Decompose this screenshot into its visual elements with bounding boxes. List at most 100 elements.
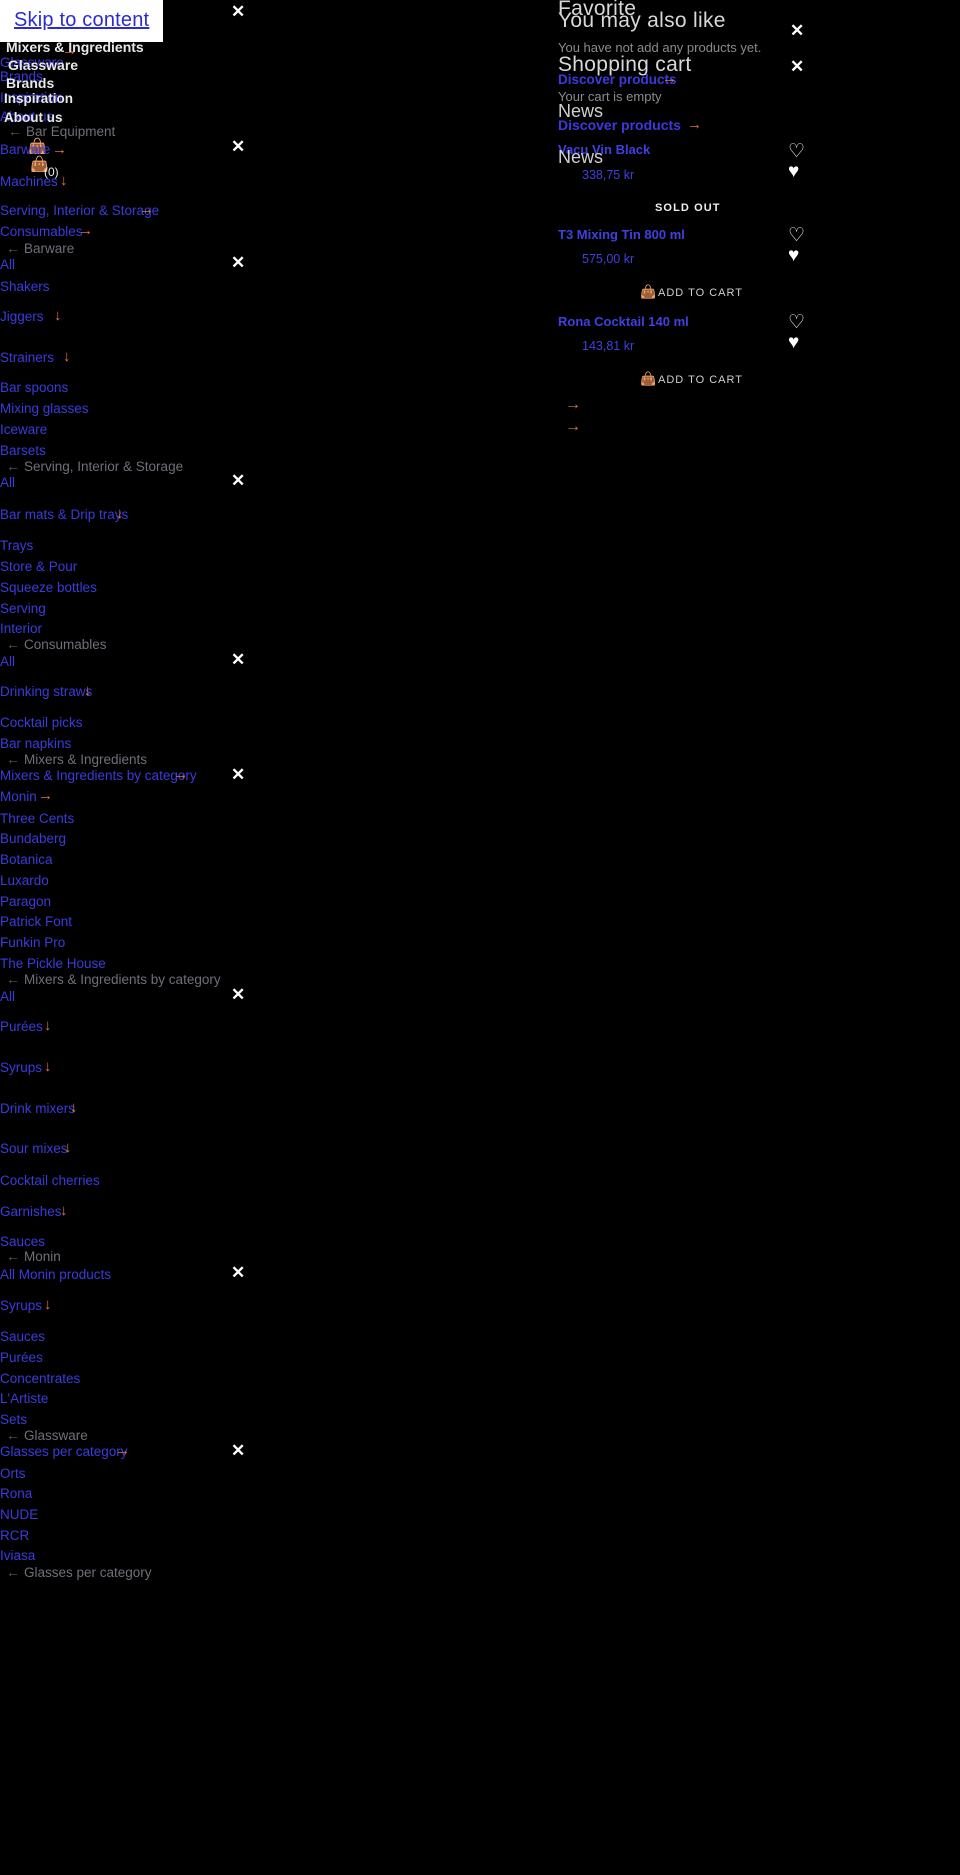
product-name[interactable]: Rona Cocktail 140 ml [558,314,689,329]
menu-item-patrick-font[interactable]: Patrick Font [0,915,72,929]
close-icon[interactable]: ✕ [231,651,245,668]
menu-item-shakers[interactable]: Shakers [0,280,50,294]
menu-item-cocktail-cherries[interactable]: Cocktail cherries [0,1174,100,1188]
back-arrow-icon[interactable]: ← [6,972,20,986]
nav-overlay-inspiration[interactable]: Inspiration [4,92,73,106]
menu-item-serving[interactable]: Serving, Interior & Storage [0,204,159,218]
panel-back-label: Glassware [24,1428,88,1443]
down-arrow-icon: ↓ [116,505,124,522]
menu-item-all[interactable]: All [0,990,15,1004]
menu-item-sets[interactable]: Sets [0,1413,27,1427]
menu-item-luxardo[interactable]: Luxardo [0,874,49,888]
menu-item-jiggers[interactable]: Jiggers [0,310,44,324]
close-icon[interactable]: ✕ [231,1264,245,1281]
menu-item-iceware[interactable]: Iceware [0,423,47,437]
menu-item-bar-mats[interactable]: Bar mats & Drip trays [0,508,128,522]
product-price: 143,81 kr [582,339,635,353]
menu-item-drink-mixers[interactable]: Drink mixers [0,1102,75,1116]
nav-overlay-brands[interactable]: Brands [6,76,54,90]
menu-item-all[interactable]: All [0,258,15,272]
right-arrow-icon: → [52,141,67,158]
menu-item-cocktail-picks[interactable]: Cocktail picks [0,716,83,730]
menu-item-all-monin[interactable]: All Monin products [0,1268,111,1282]
menu-item-syrups[interactable]: Syrups [0,1061,42,1075]
menu-item-sauces[interactable]: Sauces [0,1235,45,1249]
menu-item-garnishes[interactable]: Garnishes [0,1205,62,1219]
menu-item-consumables[interactable]: Consumables [0,225,83,239]
menu-item-three-cents[interactable]: Three Cents [0,812,74,826]
heart-outline-icon[interactable]: ♡ [788,226,805,245]
menu-item-sauces[interactable]: Sauces [0,1330,45,1344]
menu-item-botanica[interactable]: Botanica [0,853,53,867]
menu-item-orts[interactable]: Orts [0,1467,26,1481]
right-arrow-icon[interactable]: → [565,397,581,413]
down-arrow-icon: ↓ [60,172,68,189]
menu-item-nude[interactable]: NUDE [0,1508,38,1522]
back-arrow-icon[interactable]: ← [8,124,22,138]
close-icon[interactable]: ✕ [231,3,245,20]
menu-item-squeeze-bottles[interactable]: Squeeze bottles [0,581,97,595]
menu-item-bar-napkins[interactable]: Bar napkins [0,737,71,751]
menu-item-rona[interactable]: Rona [0,1487,32,1501]
menu-item-iviasa[interactable]: Iviasa [0,1549,35,1563]
menu-item-all[interactable]: All [0,655,15,669]
discover-products-link[interactable]: Discover products [558,73,677,87]
shopping-bag-icon: 👜 [640,371,657,386]
add-to-cart-button[interactable]: ADD TO CART [658,374,743,386]
menu-item-serving[interactable]: Serving [0,602,46,616]
back-arrow-icon[interactable]: ← [6,1249,20,1263]
menu-item-sour-mixes[interactable]: Sour mixes [0,1142,68,1156]
menu-item-syrups[interactable]: Syrups [0,1299,42,1313]
skip-to-content-link[interactable]: Skip to content [0,0,164,42]
menu-item-barware[interactable]: Barware [0,143,50,157]
close-icon[interactable]: ✕ [790,58,804,75]
heart-filled-icon[interactable]: ♥ [788,246,799,265]
menu-item-concentrates[interactable]: Concentrates [0,1372,80,1386]
menu-item-bundaberg[interactable]: Bundaberg [0,832,66,846]
menu-item-interior[interactable]: Interior [0,622,42,636]
menu-item-rcr[interactable]: RCR [0,1529,29,1543]
right-arrow-icon[interactable]: → [565,419,581,435]
close-icon[interactable]: ✕ [790,22,804,39]
menu-item-all[interactable]: All [0,476,15,490]
back-arrow-icon[interactable]: ← [6,459,20,473]
back-arrow-icon[interactable]: ← [6,241,20,255]
menu-item-mixing-glasses[interactable]: Mixing glasses [0,402,89,416]
heart-outline-icon[interactable]: ♡ [788,313,805,332]
menu-item-drinking-straws[interactable]: Drinking straws [0,685,92,699]
menu-item-mixers-by-category[interactable]: Mixers & Ingredients by category [0,769,197,783]
heart-filled-icon[interactable]: ♥ [788,333,799,352]
discover-products-link[interactable]: Discover products [558,118,681,132]
back-arrow-icon[interactable]: ← [6,637,20,651]
menu-item-machines[interactable]: Machines [0,175,58,189]
menu-item-purees[interactable]: Purées [0,1020,43,1034]
menu-item-bar-spoons[interactable]: Bar spoons [0,381,68,395]
close-icon[interactable]: ✕ [231,254,245,271]
menu-item-monin[interactable]: Monin [0,790,37,804]
add-to-cart-button[interactable]: ADD TO CART [658,287,743,299]
back-arrow-icon[interactable]: ← [6,1428,20,1442]
back-arrow-icon[interactable]: ← [6,752,20,766]
heart-filled-icon[interactable]: ♥ [788,162,799,181]
menu-item-glasses-per-category[interactable]: Glasses per category [0,1445,128,1459]
close-icon[interactable]: ✕ [231,766,245,783]
close-icon[interactable]: ✕ [231,1442,245,1459]
menu-item-paragon[interactable]: Paragon [0,895,51,909]
product-name[interactable]: T3 Mixing Tin 800 ml [558,227,685,242]
close-icon[interactable]: ✕ [231,986,245,1003]
menu-item-trays[interactable]: Trays [0,539,33,553]
menu-item-funkin-pro[interactable]: Funkin Pro [0,936,65,950]
news-title: News [558,147,604,167]
heart-outline-icon[interactable]: ♡ [788,142,805,161]
menu-item-pickle-house[interactable]: The Pickle House [0,957,106,971]
panel-back-label: Mixers & Ingredients by category [24,972,221,987]
menu-item-store-pour[interactable]: Store & Pour [0,560,77,574]
menu-item-lartiste[interactable]: L'Artiste [0,1392,48,1406]
close-icon[interactable]: ✕ [231,138,245,155]
menu-item-barsets[interactable]: Barsets [0,444,46,458]
panel-back-label: Barware [24,241,75,256]
close-icon[interactable]: ✕ [231,472,245,489]
menu-item-strainers[interactable]: Strainers [0,351,54,365]
back-arrow-icon[interactable]: ← [6,1565,20,1579]
menu-item-purees[interactable]: Purées [0,1351,43,1365]
